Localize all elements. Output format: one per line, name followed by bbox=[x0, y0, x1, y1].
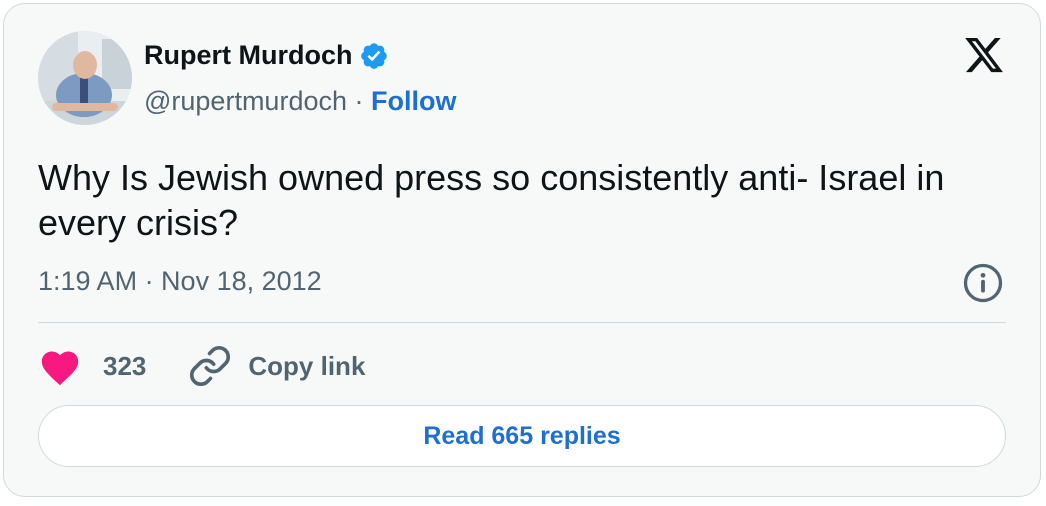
author-name-row: Rupert Murdoch bbox=[144, 40, 389, 71]
copy-link-button[interactable]: Copy link bbox=[188, 344, 365, 388]
read-replies-button[interactable]: Read 665 replies bbox=[38, 405, 1006, 467]
verified-badge-icon bbox=[359, 41, 389, 71]
author-handle-row: @rupertmurdoch · Follow bbox=[144, 86, 457, 117]
x-logo-icon[interactable] bbox=[962, 34, 1006, 76]
info-icon[interactable] bbox=[962, 262, 1004, 304]
author-handle[interactable]: @rupertmurdoch bbox=[144, 86, 347, 116]
like-count: 323 bbox=[103, 350, 147, 381]
handle-separator: · bbox=[354, 86, 364, 116]
copy-link-label: Copy link bbox=[248, 350, 366, 381]
tweet-actions: 323 Copy link bbox=[38, 340, 365, 392]
avatar[interactable] bbox=[38, 31, 132, 125]
heart-icon bbox=[38, 346, 82, 386]
divider bbox=[38, 322, 1006, 323]
author-name[interactable]: Rupert Murdoch bbox=[144, 40, 353, 71]
tweet-timestamp[interactable]: 1:19 AM · Nov 18, 2012 bbox=[38, 266, 322, 297]
follow-button[interactable]: Follow bbox=[371, 86, 456, 116]
link-icon bbox=[188, 344, 232, 388]
avatar-image bbox=[38, 31, 132, 125]
tweet-card: Rupert Murdoch @rupertmurdoch · Follow W… bbox=[3, 3, 1041, 497]
like-button[interactable]: 323 bbox=[38, 346, 146, 386]
tweet-text: Why Is Jewish owned press so consistentl… bbox=[38, 157, 945, 243]
